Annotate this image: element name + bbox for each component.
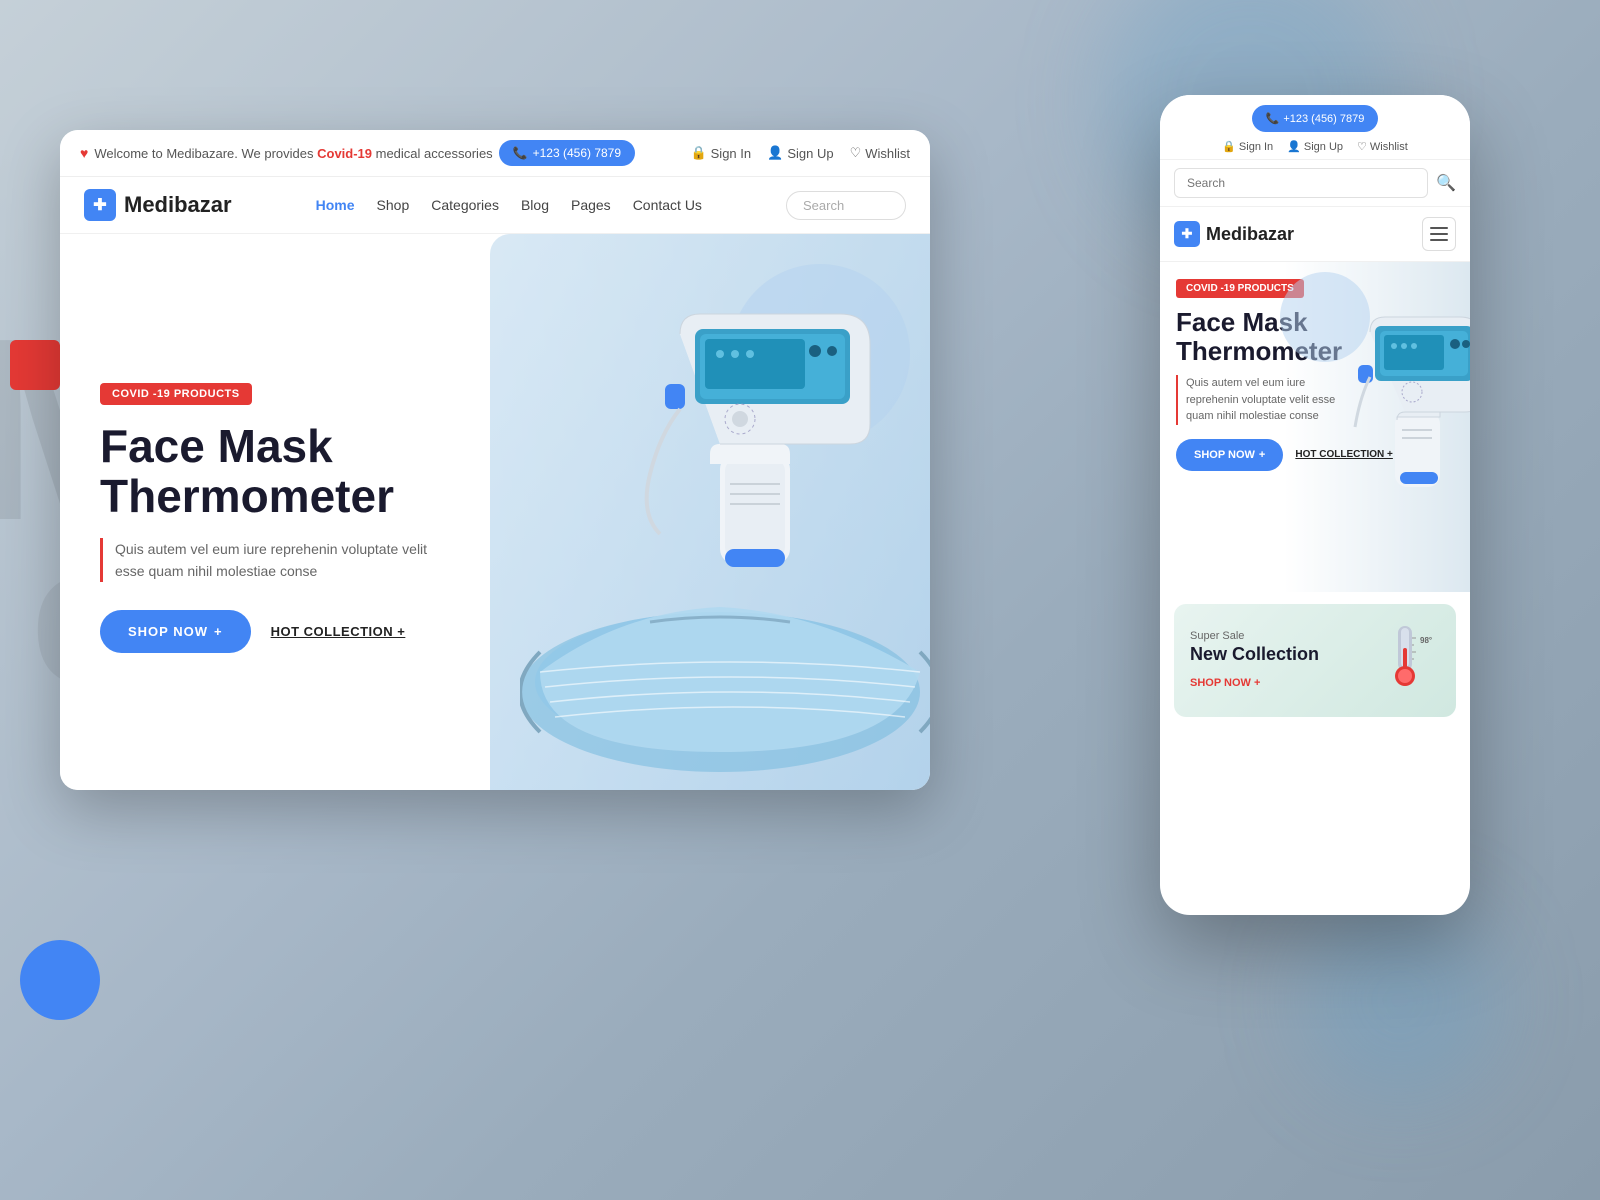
svg-text:98°: 98° [1420, 636, 1432, 645]
lock-icon: 🔒 [690, 145, 706, 161]
sign-up-link[interactable]: 👤 Sign Up [767, 145, 833, 161]
welcome-suffix: medical accessories [372, 146, 493, 161]
nav-shop[interactable]: Shop [377, 197, 410, 213]
desktop-window: ♥ Welcome to Medibazare. We provides Cov… [60, 130, 930, 790]
sign-in-link[interactable]: 🔒 Sign In [690, 145, 751, 161]
mobile-circle-deco [1280, 272, 1370, 362]
mobile-window: 📞 +123 (456) 7879 🔒 Sign In 👤 Sign Up ♡ … [1160, 95, 1470, 915]
hero-actions: SHOP NOW + HOT COLLECTION + [100, 610, 450, 653]
mobile-shop-now-label: SHOP NOW [1194, 449, 1255, 461]
mobile-sign-up-text: Sign Up [1304, 141, 1343, 153]
desktop-logo[interactable]: ✚ Medibazar [84, 189, 232, 221]
phone-number: +123 (456) 7879 [533, 146, 621, 160]
bg-red-square [10, 340, 60, 390]
user-icon: 👤 [767, 145, 783, 161]
nav-categories[interactable]: Categories [431, 197, 499, 213]
hero-title-line2: Thermometer [100, 471, 450, 522]
mobile-sale-title: New Collection [1190, 644, 1319, 665]
nav-blog[interactable]: Blog [521, 197, 549, 213]
mobile-sign-up[interactable]: 👤 Sign Up [1287, 140, 1343, 153]
mobile-logo[interactable]: ✚ Medibazar [1174, 221, 1294, 247]
mobile-topbar: 📞 +123 (456) 7879 🔒 Sign In 👤 Sign Up ♡ … [1160, 95, 1470, 160]
mobile-lock-icon: 🔒 [1222, 140, 1236, 153]
bg-decoration-circle-2 [1300, 900, 1500, 1100]
plus-icon: + [214, 624, 223, 639]
desktop-hero: COVID -19 PRODUCTS Face Mask Thermometer… [60, 234, 930, 790]
mobile-shop-now-button[interactable]: SHOP NOW + [1176, 439, 1283, 471]
hamburger-line-2 [1430, 233, 1448, 235]
mobile-hero-description: Quis autem vel eum iure reprehenin volup… [1176, 375, 1346, 425]
topbar-welcome: Welcome to Medibazare. We provides Covid… [94, 146, 492, 161]
hero-description: Quis autem vel eum iure reprehenin volup… [100, 538, 450, 583]
sale-thermometer-svg: 98° [1370, 618, 1440, 698]
hamburger-button[interactable] [1422, 217, 1456, 251]
mobile-wishlist[interactable]: ♡ Wishlist [1357, 140, 1408, 153]
mobile-sale-image: 98° [1370, 618, 1440, 703]
mobile-sign-in-text: Sign In [1239, 141, 1273, 153]
hero-content: COVID -19 PRODUCTS Face Mask Thermometer… [60, 343, 490, 694]
covid-link[interactable]: Covid-19 [317, 146, 372, 161]
mobile-user-icon: 👤 [1287, 140, 1301, 153]
mobile-sale-text: Super Sale New Collection SHOP NOW + [1190, 630, 1319, 691]
mobile-phone-number: +123 (456) 7879 [1283, 113, 1364, 125]
mobile-heart-icon: ♡ [1357, 140, 1367, 153]
phone-button[interactable]: 📞 +123 (456) 7879 [499, 140, 635, 166]
heart-icon: ♥ [80, 145, 88, 161]
nav-home[interactable]: Home [316, 197, 355, 213]
thermometer-gun-svg [640, 254, 900, 594]
phone-icon: 📞 [513, 146, 528, 160]
hero-title-line1: Face Mask [100, 421, 450, 472]
mobile-top-actions: 🔒 Sign In 👤 Sign Up ♡ Wishlist [1174, 140, 1456, 153]
shop-now-label: SHOP NOW [128, 624, 208, 639]
wishlist-text: Wishlist [865, 146, 910, 161]
sign-up-text: Sign Up [787, 146, 833, 161]
logo-text: Medibazar [124, 192, 232, 218]
mobile-plus-icon: + [1259, 449, 1265, 461]
hamburger-line-3 [1430, 239, 1448, 241]
desktop-topbar: ♥ Welcome to Medibazare. We provides Cov… [60, 130, 930, 177]
mobile-logo-cross: ✚ [1182, 226, 1193, 242]
mobile-sale-card: Super Sale New Collection SHOP NOW + [1174, 604, 1456, 717]
covid-badge: COVID -19 PRODUCTS [100, 383, 252, 405]
hero-image-area [490, 234, 930, 790]
mobile-phone-icon: 📞 [1266, 112, 1280, 125]
mobile-hero: COVID -19 PRODUCTS Face Mask Thermometer… [1160, 262, 1470, 592]
heart-nav-icon: ♡ [850, 145, 862, 161]
welcome-text: Welcome to Medibazare. We provides [94, 146, 317, 161]
nav-pages[interactable]: Pages [571, 197, 611, 213]
sign-in-text: Sign In [711, 146, 751, 161]
mobile-search-bar: 🔍 [1160, 160, 1470, 207]
mobile-phone-button[interactable]: 📞 +123 (456) 7879 [1252, 105, 1379, 132]
nav-contact[interactable]: Contact Us [633, 197, 702, 213]
logo-icon: ✚ [84, 189, 116, 221]
desktop-navbar: ✚ Medibazar Home Shop Categories Blog Pa… [60, 177, 930, 234]
logo-cross: ✚ [93, 195, 106, 215]
search-placeholder: Search [803, 198, 844, 213]
wishlist-link[interactable]: ♡ Wishlist [850, 145, 910, 161]
mobile-search-icon[interactable]: 🔍 [1436, 173, 1456, 193]
mobile-sale-shop-link[interactable]: SHOP NOW + [1190, 677, 1260, 689]
mobile-logo-icon: ✚ [1174, 221, 1200, 247]
hot-collection-link[interactable]: HOT COLLECTION + [271, 624, 406, 639]
bg-blue-circle [20, 940, 100, 1020]
mobile-search-input[interactable] [1174, 168, 1428, 198]
nav-links: Home Shop Categories Blog Pages Contact … [316, 197, 702, 213]
hero-title: Face Mask Thermometer [100, 421, 450, 522]
topbar-left: ♥ Welcome to Medibazare. We provides Cov… [80, 140, 635, 166]
mobile-navbar: ✚ Medibazar [1160, 207, 1470, 262]
desktop-search[interactable]: Search [786, 191, 906, 220]
mobile-wishlist-text: Wishlist [1370, 141, 1408, 153]
mobile-sale-super-label: Super Sale [1190, 630, 1319, 642]
shop-now-button[interactable]: SHOP NOW + [100, 610, 251, 653]
mobile-logo-text: Medibazar [1206, 224, 1294, 245]
topbar-right: 🔒 Sign In 👤 Sign Up ♡ Wishlist [690, 145, 910, 161]
mobile-sign-in[interactable]: 🔒 Sign In [1222, 140, 1273, 153]
hamburger-line-1 [1430, 227, 1448, 229]
